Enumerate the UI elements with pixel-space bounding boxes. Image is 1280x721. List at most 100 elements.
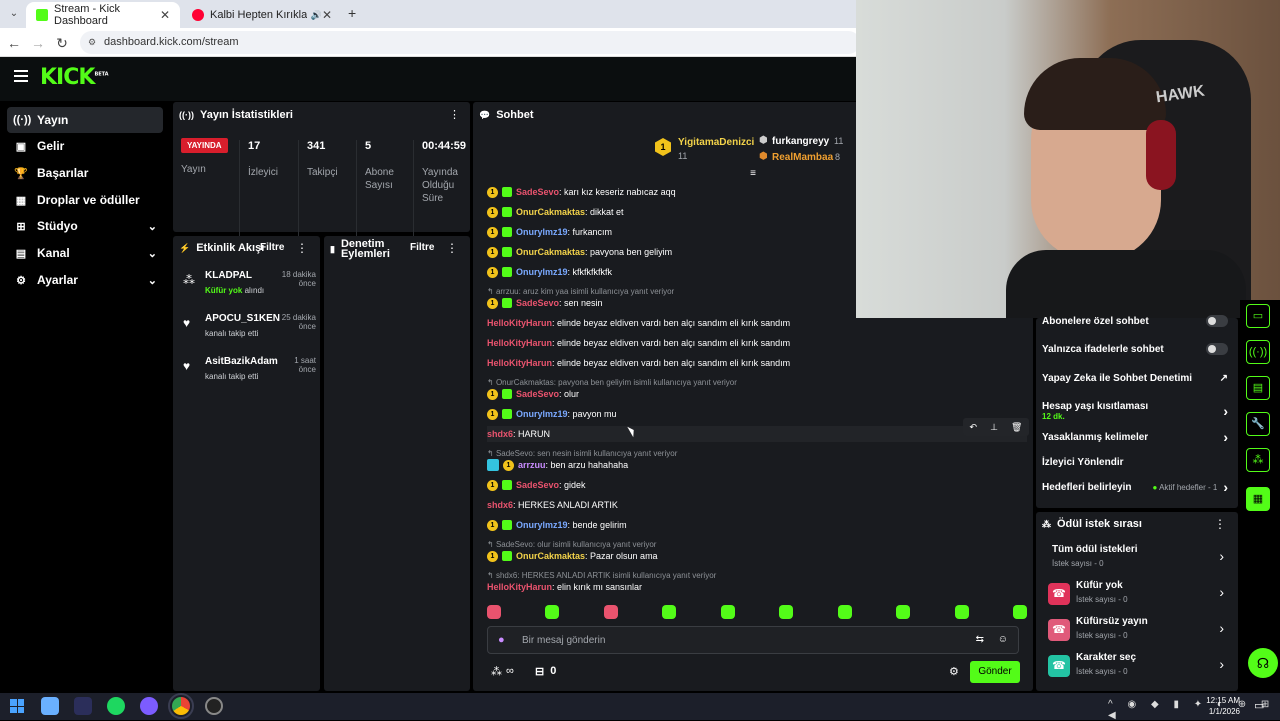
chat-username[interactable]: SadeSevo: [516, 298, 559, 308]
activity-event[interactable]: ♥ AsitBazikAdam 1 saat önce kanalı takip et…: [181, 356, 316, 400]
chrome-icon[interactable]: [168, 693, 194, 719]
more-options-icon[interactable]: ⋮: [446, 241, 458, 255]
leaderboard-user[interactable]: YigitamaDenizci: [678, 137, 754, 148]
event-user[interactable]: APOCU_S1KEN: [205, 313, 280, 324]
chat-message[interactable]: 1 Onurylmz19: bende gelirim: [487, 517, 1027, 533]
more-options-icon[interactable]: ⋮: [449, 108, 460, 121]
chevron-right-icon[interactable]: ›: [1223, 479, 1228, 495]
sidebar-item-5[interactable]: ▤ Kanal ⌄: [7, 240, 163, 266]
emote-icon[interactable]: [837, 605, 852, 619]
chevron-right-icon[interactable]: ›: [1223, 403, 1228, 419]
chevron-down-icon[interactable]: ⌄: [148, 247, 157, 260]
tool-chat-icon[interactable]: ▭: [1246, 304, 1270, 328]
chat-message[interactable]: 1 OnurCakmaktas: Pazar olsun ama: [487, 548, 1027, 564]
chat-message[interactable]: 1 SadeSevo: gidek: [487, 477, 1027, 493]
tool-clapper-icon[interactable]: ▦: [1246, 487, 1270, 511]
chevron-right-icon[interactable]: ›: [1219, 548, 1224, 564]
translate-icon[interactable]: ⇆: [976, 634, 984, 645]
delete-icon[interactable]: 🗑: [1011, 422, 1022, 433]
toggle-switch[interactable]: [1206, 343, 1228, 355]
setting-item[interactable]: Yapay Zeka ile Sohbet Denetimi ↗: [1042, 367, 1228, 389]
back-icon[interactable]: ←: [4, 33, 24, 53]
chevron-right-icon[interactable]: ›: [1223, 429, 1228, 445]
setting-item[interactable]: İzleyici Yönlendir: [1042, 451, 1228, 473]
event-user[interactable]: KLADPAL: [205, 270, 252, 281]
chat-username[interactable]: HelloKityHarun: [487, 582, 552, 592]
chat-username[interactable]: SadeSevo: [516, 480, 559, 490]
tab-search-icon[interactable]: ⌄: [4, 4, 24, 24]
windows-start-icon[interactable]: [10, 699, 24, 713]
chat-username[interactable]: Onurylmz19: [516, 520, 568, 530]
close-tab-icon[interactable]: ✕: [322, 8, 332, 22]
tool-points-icon[interactable]: ⁂: [1246, 448, 1270, 472]
chat-message[interactable]: shdx6: HARUN: [487, 426, 1027, 442]
chevron-right-icon[interactable]: ›: [1219, 656, 1224, 672]
emote-icon[interactable]: [545, 605, 560, 619]
url-input[interactable]: ⚙ dashboard.kick.com/stream: [80, 31, 860, 54]
emoji-icon[interactable]: ☺: [998, 634, 1008, 645]
reload-icon[interactable]: ↻: [52, 33, 72, 53]
toggle-switch[interactable]: [1206, 315, 1228, 327]
more-options-icon[interactable]: ⋮: [296, 241, 308, 255]
chat-username[interactable]: OnurCakmaktas: [516, 207, 585, 217]
sidebar-item-0[interactable]: ((·)) Yayın: [7, 107, 163, 133]
event-user[interactable]: AsitBazikAdam: [205, 356, 278, 367]
chat-username[interactable]: OnurCakmaktas: [516, 551, 585, 561]
notifications-icon[interactable]: ▭: [1254, 699, 1264, 712]
site-info-icon[interactable]: ⚙: [88, 31, 96, 54]
chat-message[interactable]: shdx6: HERKES ANLADI ARTIK: [487, 497, 1027, 513]
moderation-filter-button[interactable]: Filtre: [410, 242, 434, 253]
pin-icon[interactable]: ⊥: [990, 422, 998, 433]
activity-filter-button[interactable]: Filtre: [260, 242, 284, 253]
leaderboard-user[interactable]: furkangreyy: [772, 136, 829, 147]
kick-logo[interactable]: KICKBETA: [40, 65, 109, 90]
reward-item[interactable]: ☎ Küfür yok İstek sayısı - 0 ›: [1048, 580, 1224, 614]
reply-icon[interactable]: ↶: [970, 422, 978, 433]
setting-item[interactable]: Hesap yaşı kısıtlaması 12 dk. ›: [1042, 396, 1228, 426]
chat-username[interactable]: arrzuu: [518, 460, 546, 470]
menu-icon[interactable]: [14, 70, 28, 82]
emote-icon[interactable]: [603, 605, 618, 619]
app-icon[interactable]: [74, 697, 92, 715]
reward-item[interactable]: ☎ Küfürsüz yayın İstek sayısı - 0 ›: [1048, 616, 1224, 650]
reward-item[interactable]: ☎ Karakter seç İstek sayısı - 0 ›: [1048, 652, 1224, 686]
channel-points[interactable]: ⁂ ∞: [491, 665, 514, 678]
activity-event[interactable]: ♥ APOCU_S1KEN 25 dakika önce kanalı takip e…: [181, 313, 316, 357]
tool-wrench-icon[interactable]: 🔧: [1246, 412, 1270, 436]
close-tab-icon[interactable]: ✕: [160, 8, 170, 22]
forward-icon[interactable]: →: [28, 33, 48, 53]
chat-message[interactable]: HelloKityHarun: elinde beyaz eldiven var…: [487, 355, 1027, 371]
tool-broadcast-icon[interactable]: ((·)): [1246, 340, 1270, 364]
setting-item[interactable]: Abonelere özel sohbet: [1042, 310, 1228, 332]
collapse-leaderboard-icon[interactable]: ≡: [747, 168, 759, 179]
send-button[interactable]: Gönder: [970, 661, 1020, 683]
chat-message[interactable]: HelloKityHarun: elinde beyaz eldiven var…: [487, 335, 1027, 351]
spotify-icon[interactable]: [107, 697, 125, 715]
external-link-icon[interactable]: ↗: [1220, 373, 1228, 384]
sidebar-item-6[interactable]: ⚙ Ayarlar ⌄: [7, 267, 163, 293]
chevron-down-icon[interactable]: ⌄: [148, 220, 157, 233]
chat-username[interactable]: HelloKityHarun: [487, 338, 552, 348]
microphone-icon[interactable]: ●: [498, 634, 505, 646]
emote-icon[interactable]: [662, 605, 677, 619]
gift-counter[interactable]: ⊟ 0: [535, 665, 556, 678]
reward-item[interactable]: Tüm ödül istekleri İstek sayısı - 0 ›: [1048, 544, 1224, 578]
chat-settings-icon[interactable]: ⚙: [949, 665, 959, 678]
activity-event[interactable]: ⁂ KLADPAL 18 dakika önce Küfür yok alındı: [181, 270, 316, 314]
chevron-down-icon[interactable]: ⌄: [148, 274, 157, 287]
chevron-right-icon[interactable]: ›: [1219, 584, 1224, 600]
chat-username[interactable]: shdx6: [487, 500, 513, 510]
new-tab-button[interactable]: +: [348, 5, 356, 21]
setting-item[interactable]: Hedefleri belirleyin ● Aktif hedefler - 1…: [1042, 476, 1228, 498]
setting-item[interactable]: Yasaklanmış kelimeler ›: [1042, 426, 1228, 448]
sidebar-item-4[interactable]: ⊞ Stüdyo ⌄: [7, 213, 163, 239]
obs-icon[interactable]: [205, 697, 223, 715]
chat-username[interactable]: HelloKityHarun: [487, 318, 552, 328]
sidebar-item-2[interactable]: 🏆 Başarılar: [7, 160, 163, 186]
discord-icon[interactable]: [140, 697, 158, 715]
clock-date[interactable]: 1/1/2026: [1205, 707, 1240, 716]
chat-message[interactable]: HelloKityHarun: elin kırık mı sansınlar: [487, 579, 1027, 595]
chat-username[interactable]: Onurylmz19: [516, 409, 568, 419]
clock-time[interactable]: 12:15 AM: [1205, 696, 1240, 705]
sidebar-item-1[interactable]: ▣ Gelir: [7, 133, 163, 159]
